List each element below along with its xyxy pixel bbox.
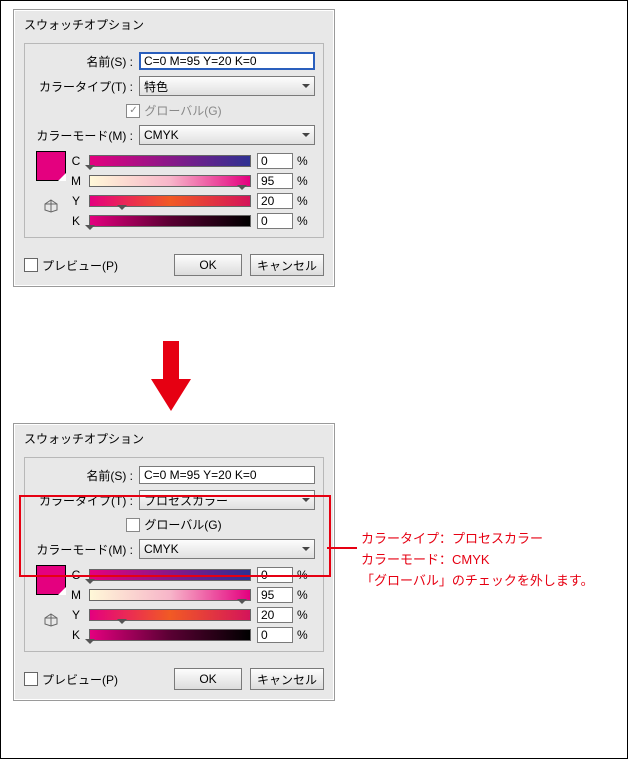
slider-area: C 0 % M 95 % Y 20 % K <box>33 565 315 645</box>
colortype-select[interactable]: 特色 <box>139 76 315 96</box>
dialog-title: スウォッチオプション <box>14 10 334 39</box>
pct: % <box>293 174 315 188</box>
color-swatch <box>36 151 66 181</box>
dialog-body: 名前(S) : C=0 M=95 Y=20 K=0 カラータイプ(T) : プロ… <box>24 457 324 652</box>
pct: % <box>293 194 315 208</box>
name-label: 名前(S) : <box>33 53 139 70</box>
cancel-button[interactable]: キャンセル <box>250 254 324 276</box>
ok-button[interactable]: OK <box>174 668 242 690</box>
value-m[interactable]: 95 <box>257 173 293 189</box>
channel-k-label: K <box>69 214 83 228</box>
dialog-body: 名前(S) : C=0 M=95 Y=20 K=0 カラータイプ(T) : 特色… <box>24 43 324 238</box>
colortype-label: カラータイプ(T) : <box>33 492 139 509</box>
ok-button[interactable]: OK <box>174 254 242 276</box>
name-input[interactable]: C=0 M=95 Y=20 K=0 <box>139 52 315 70</box>
colormode-label: カラーモード(M) : <box>33 541 139 558</box>
channel-y-label: Y <box>69 608 83 622</box>
preview-label: プレビュー(P) <box>42 257 118 274</box>
slider-k[interactable] <box>89 215 251 227</box>
slider-area: C 0 % M 95 % Y 20 % K <box>33 151 315 231</box>
down-arrow-icon <box>151 341 191 411</box>
global-label: グローバル(G) <box>144 516 221 533</box>
dialog-title: スウォッチオプション <box>14 424 334 453</box>
slider-y[interactable] <box>89 609 251 621</box>
channel-y-label: Y <box>69 194 83 208</box>
value-c[interactable]: 0 <box>257 153 293 169</box>
pct: % <box>293 628 315 642</box>
preview-checkbox[interactable] <box>24 672 38 686</box>
colormode-value: CMYK <box>144 542 179 556</box>
global-label: グローバル(G) <box>144 102 221 119</box>
colormode-select[interactable]: CMYK <box>139 539 315 559</box>
value-c[interactable]: 0 <box>257 567 293 583</box>
name-input[interactable]: C=0 M=95 Y=20 K=0 <box>139 466 315 484</box>
colortype-value: 特色 <box>144 78 168 95</box>
name-label: 名前(S) : <box>33 467 139 484</box>
out-of-gamut-icon <box>44 613 58 627</box>
value-k[interactable]: 0 <box>257 213 293 229</box>
pct: % <box>293 568 315 582</box>
annotation-connector <box>327 547 357 549</box>
global-checkbox <box>126 104 140 118</box>
color-swatch <box>36 565 66 595</box>
preview-label: プレビュー(P) <box>42 671 118 688</box>
swatch-options-dialog-before: スウォッチオプション 名前(S) : C=0 M=95 Y=20 K=0 カラー… <box>13 9 335 287</box>
value-k[interactable]: 0 <box>257 627 293 643</box>
pct: % <box>293 214 315 228</box>
slider-c[interactable] <box>89 155 251 167</box>
pct: % <box>293 154 315 168</box>
pct: % <box>293 608 315 622</box>
slider-c[interactable] <box>89 569 251 581</box>
colormode-value: CMYK <box>144 128 179 142</box>
value-y[interactable]: 20 <box>257 607 293 623</box>
out-of-gamut-icon <box>44 199 58 213</box>
annotation-line1: カラータイプ：プロセスカラー <box>361 529 594 550</box>
channel-m-label: M <box>69 588 83 602</box>
channel-c-label: C <box>69 154 83 168</box>
channel-k-label: K <box>69 628 83 642</box>
channel-c-label: C <box>69 568 83 582</box>
colormode-label: カラーモード(M) : <box>33 127 139 144</box>
colortype-label: カラータイプ(T) : <box>33 78 139 95</box>
slider-m[interactable] <box>89 589 251 601</box>
global-checkbox[interactable] <box>126 518 140 532</box>
swatch-options-dialog-after: スウォッチオプション 名前(S) : C=0 M=95 Y=20 K=0 カラー… <box>13 423 335 701</box>
value-m[interactable]: 95 <box>257 587 293 603</box>
value-y[interactable]: 20 <box>257 193 293 209</box>
preview-checkbox[interactable] <box>24 258 38 272</box>
channel-m-label: M <box>69 174 83 188</box>
annotation-line3: 「グローバル」のチェックを外します。 <box>361 571 594 592</box>
annotation-line2: カラーモード：CMYK <box>361 550 594 571</box>
slider-m[interactable] <box>89 175 251 187</box>
colortype-select[interactable]: プロセスカラー <box>139 490 315 510</box>
annotation-text: カラータイプ：プロセスカラー カラーモード：CMYK 「グローバル」のチェックを… <box>361 529 594 591</box>
colormode-select[interactable]: CMYK <box>139 125 315 145</box>
colortype-value: プロセスカラー <box>144 492 228 509</box>
cancel-button[interactable]: キャンセル <box>250 668 324 690</box>
slider-y[interactable] <box>89 195 251 207</box>
slider-k[interactable] <box>89 629 251 641</box>
pct: % <box>293 588 315 602</box>
